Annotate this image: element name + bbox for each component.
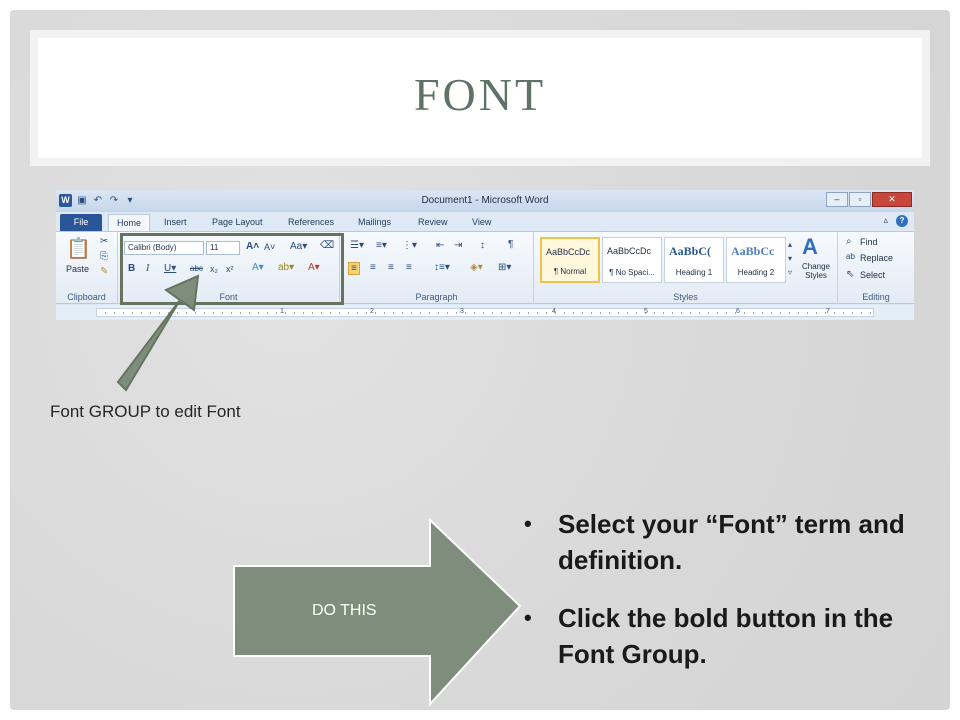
instruction-text: Click the bold button in the Font Group.: [558, 603, 894, 669]
tab-view[interactable]: View: [464, 214, 499, 231]
paragraph-group-label: Paragraph: [415, 292, 458, 302]
style-sample: AaBbC(: [669, 244, 712, 258]
close-button[interactable]: ✕: [872, 192, 912, 207]
ruler-number: 7: [826, 308, 830, 315]
style-heading-2[interactable]: AaBbCc Heading 2: [726, 237, 786, 283]
do-this-label: DO THIS: [312, 602, 377, 619]
title-bar: W ▣ ↶ ↷ ▾ Document1 - Microsoft Word – ▫…: [56, 190, 914, 212]
do-this-arrow-shape: [233, 518, 522, 707]
tab-file[interactable]: File: [60, 214, 102, 231]
tab-insert[interactable]: Insert: [156, 214, 195, 231]
change-styles-icon[interactable]: A: [802, 234, 818, 260]
paste-icon[interactable]: 📋: [66, 236, 91, 261]
cut-icon[interactable]: ✂: [100, 236, 108, 247]
tab-review[interactable]: Review: [410, 214, 456, 231]
tab-home[interactable]: Home: [108, 214, 151, 231]
ruler-number: 2: [370, 308, 374, 315]
ruler-number: 4: [552, 308, 556, 315]
style-heading-1[interactable]: AaBbC( Heading 1: [664, 237, 724, 283]
multilevel-list-icon[interactable]: ⋮▾: [402, 240, 417, 251]
style-name: Heading 1: [675, 268, 713, 277]
styles-scroll-icon[interactable]: ▴ ▾ ▿: [788, 238, 792, 280]
style-name: ¶ No Spaci...: [609, 268, 655, 277]
instruction-text: Select your “Font” term and definition.: [558, 509, 905, 575]
clipboard-group-label: Clipboard: [67, 292, 106, 302]
ruler-strip: [96, 308, 874, 317]
ribbon-right-controls: ▵ ?: [883, 215, 908, 227]
bullet-marker: •: [524, 605, 532, 630]
align-right-icon[interactable]: ≡: [388, 262, 394, 273]
font-group-caption: Font GROUP to edit Font: [50, 402, 241, 421]
show-hide-icon[interactable]: ¶: [508, 239, 513, 250]
clipboard-group: 📋 Paste ✂ ⎘ ✎ Clipboard: [56, 232, 118, 304]
styles-group-label: Styles: [673, 292, 698, 302]
style-sample: AaBbCc: [731, 244, 775, 258]
style-name: ¶ Normal: [553, 267, 587, 276]
align-center-icon[interactable]: ≡: [370, 262, 376, 273]
sort-icon[interactable]: ↕: [480, 240, 485, 251]
find-button[interactable]: Find: [860, 237, 878, 247]
style-normal[interactable]: AaBbCcDc ¶ Normal: [540, 237, 600, 283]
minimize-ribbon-icon[interactable]: ▵: [883, 215, 888, 227]
ribbon-tabs: File Home Insert Page Layout References …: [56, 212, 914, 231]
tab-mailings[interactable]: Mailings: [350, 214, 399, 231]
borders-icon[interactable]: ⊞▾: [498, 262, 511, 273]
ruler-number: 3: [460, 308, 464, 315]
tab-page-layout[interactable]: Page Layout: [204, 214, 271, 231]
paragraph-group: ☰▾ ≡▾ ⋮▾ ⇤ ⇥ ↕ ¶ ≡ ≡ ≡ ≡ ↕≡▾ ◈▾ ⊞▾ Parag…: [340, 232, 534, 304]
align-left-icon[interactable]: ≡: [348, 262, 360, 275]
help-icon[interactable]: ?: [896, 215, 908, 227]
style-sample: AaBbCcDc: [546, 247, 591, 257]
justify-icon[interactable]: ≡: [406, 262, 412, 273]
decrease-indent-icon[interactable]: ⇤: [436, 240, 444, 251]
select-icon[interactable]: ⇖: [846, 269, 854, 280]
do-this-arrow-icon: [233, 518, 522, 707]
instruction-item: • Select your “Font” term and definition…: [524, 506, 924, 578]
format-painter-icon[interactable]: ✎: [100, 266, 108, 277]
window-controls: – ▫ ✕: [826, 192, 912, 207]
select-button[interactable]: Select: [860, 270, 885, 280]
copy-icon[interactable]: ⎘: [100, 251, 108, 262]
font-group-highlight: [120, 233, 344, 305]
ruler-number: 1: [280, 308, 284, 315]
line-spacing-icon[interactable]: ↕≡▾: [434, 262, 450, 273]
editing-group-label: Editing: [862, 292, 890, 302]
tab-references[interactable]: References: [280, 214, 342, 231]
minimize-button[interactable]: –: [826, 192, 848, 207]
instruction-list: • Select your “Font” term and definition…: [524, 506, 924, 694]
replace-button[interactable]: Replace: [860, 253, 893, 263]
ruler-number: 6: [736, 308, 740, 315]
paste-button[interactable]: Paste: [66, 264, 89, 274]
bullet-marker: •: [524, 511, 532, 536]
change-styles-button[interactable]: Change Styles: [798, 262, 834, 280]
style-sample: AaBbCcDc: [607, 246, 652, 256]
slide-title: FONT: [413, 69, 547, 120]
style-no-spacing[interactable]: AaBbCcDc ¶ No Spaci...: [602, 237, 662, 283]
styles-group: AaBbCcDc ¶ Normal AaBbCcDc ¶ No Spaci...…: [534, 232, 838, 304]
replace-icon[interactable]: ab: [846, 252, 855, 261]
window-title: Document1 - Microsoft Word: [421, 195, 549, 206]
numbering-icon[interactable]: ≡▾: [376, 240, 387, 251]
increase-indent-icon[interactable]: ⇥: [454, 240, 462, 251]
find-icon[interactable]: ⌕: [846, 236, 852, 247]
instruction-item: • Click the bold button in the Font Grou…: [524, 600, 924, 672]
shading-icon[interactable]: ◈▾: [470, 262, 483, 273]
style-name: Heading 2: [737, 268, 775, 277]
bullets-icon[interactable]: ☰▾: [350, 240, 364, 251]
ruler-number: 5: [644, 308, 648, 315]
editing-group: ⌕ Find ab Replace ⇖ Select Editing: [838, 232, 914, 304]
maximize-button[interactable]: ▫: [849, 192, 871, 207]
ruler: 1 2 3 4 5 6 7: [56, 305, 914, 320]
